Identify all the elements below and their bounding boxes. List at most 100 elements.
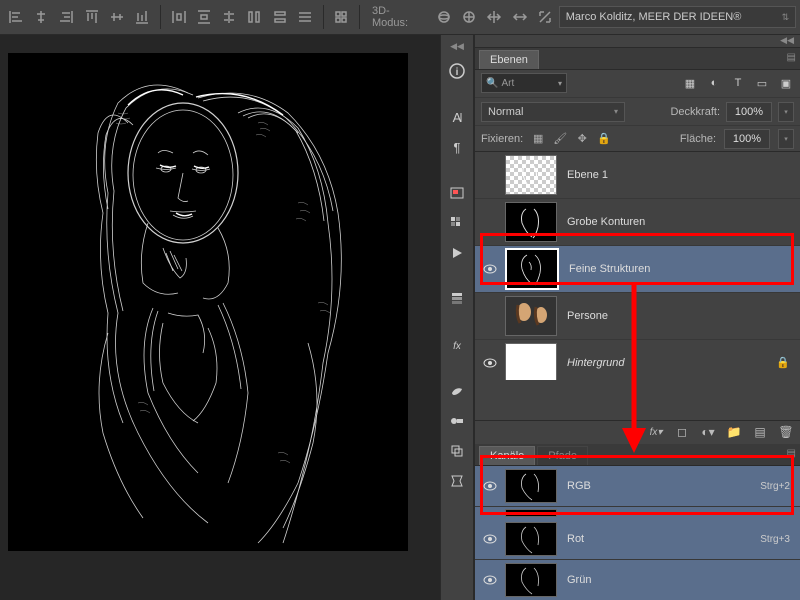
new-layer-icon[interactable]: ▤ [752,424,768,440]
align-bottom-icon[interactable] [131,5,154,29]
layer-filter-row: 🔍 Art ▾ ▦ ◐ T ▭ ▣ [475,70,800,98]
layer-name: Feine Strukturen [569,263,794,275]
panel-collapse-icon[interactable]: ◀◀ [475,35,800,48]
visibility-toggle[interactable] [483,573,497,587]
layer-mask-icon[interactable]: ◻ [674,424,690,440]
align-right-icon[interactable] [55,5,78,29]
visibility-toggle[interactable] [483,532,497,546]
layer-fx-icon[interactable]: fx▾ [648,424,664,440]
layer-thumbnail[interactable] [505,296,557,336]
lock-transparency-icon[interactable]: ▦ [531,132,545,146]
distribute-v-icon[interactable] [192,5,215,29]
filter-image-icon[interactable]: ▦ [682,75,698,91]
panel-menu-icon[interactable]: ▤ [787,448,796,459]
fill-label: Fläche: [680,133,716,145]
channel-thumbnail[interactable] [505,469,557,503]
lock-all-icon[interactable]: 🔒 [597,132,611,146]
layer-row[interactable]: Hintergrund 🔒 [475,340,800,379]
adjustment-layer-icon[interactable]: ◐▾ [700,424,716,440]
layer-list: Ebene 1 Grobe Konturen Feine Strukturen [475,152,800,379]
channel-thumbnail[interactable] [505,522,557,556]
visibility-toggle[interactable] [483,168,497,182]
visibility-toggle[interactable] [483,356,497,370]
opacity-stepper[interactable]: ▾ [778,102,794,122]
layer-group-icon[interactable]: 📁 [726,424,742,440]
opacity-value[interactable]: 100% [726,102,772,122]
layers-footer: ⚯ fx▾ ◻ ◐▾ 📁 ▤ 🗑 [475,420,800,444]
layer-row[interactable]: Persone [475,293,800,340]
channel-thumbnail[interactable] [505,563,557,597]
layer-thumbnail[interactable] [505,155,557,195]
collapse-arrow-icon[interactable]: ◀◀ [441,41,473,53]
layer-search-input[interactable]: 🔍 Art ▾ [481,73,567,93]
align-top-icon[interactable] [80,5,103,29]
3d-orbit-icon[interactable] [432,5,455,29]
styles-fx-icon[interactable]: fx [445,333,469,357]
auto-align-icon[interactable] [330,5,353,29]
align-left-icon[interactable] [4,5,27,29]
layer-name: Ebene 1 [567,169,794,181]
panel-menu-icon[interactable]: ▤ [787,52,796,63]
navigator-icon[interactable] [445,181,469,205]
distribute-h-icon[interactable] [167,5,190,29]
layer-name: Grobe Konturen [567,216,794,228]
chevron-updown-icon: ⇅ [782,12,790,23]
channel-row-selected[interactable]: RGB Strg+2 [475,466,800,507]
3d-scale-icon[interactable] [533,5,556,29]
workspace-dropdown[interactable]: Marco Kolditz, MEER DER IDEEN® ⇅ [559,6,796,28]
align-middle-icon[interactable] [105,5,128,29]
channel-name: Rot [567,533,760,545]
filter-type-icon[interactable]: T [730,75,746,91]
fill-value[interactable]: 100% [724,129,770,149]
character-icon[interactable]: A [445,105,469,129]
lock-label: Fixieren: [481,133,523,145]
layer-row[interactable]: Grobe Konturen [475,199,800,246]
filter-adjustment-icon[interactable]: ◐ [706,75,722,91]
distribute-space-v-icon[interactable] [268,5,291,29]
3d-pan-icon[interactable] [483,5,506,29]
visibility-toggle[interactable] [483,309,497,323]
brush-settings-icon[interactable] [445,409,469,433]
3d-roll-icon[interactable] [458,5,481,29]
delete-layer-icon[interactable]: 🗑 [778,424,794,440]
layer-thumbnail[interactable] [505,202,557,242]
tool-presets-icon[interactable] [445,469,469,493]
clone-source-icon[interactable] [445,439,469,463]
filter-smart-icon[interactable]: ▣ [778,75,794,91]
document-canvas[interactable] [8,53,408,551]
lock-position-icon[interactable]: ✥ [575,132,589,146]
paragraph-icon[interactable]: ¶ [445,135,469,159]
distribute-space-h-icon[interactable] [243,5,266,29]
align-center-h-icon[interactable] [29,5,52,29]
visibility-toggle[interactable] [483,215,497,229]
play-icon[interactable] [445,241,469,265]
distribute-center-icon[interactable] [217,5,240,29]
layer-name: Persone [567,310,794,322]
fill-stepper[interactable]: ▾ [778,129,794,149]
3d-slide-icon[interactable] [508,5,531,29]
tab-paths[interactable]: Pfade [537,446,588,465]
link-layers-icon[interactable]: ⚯ [622,424,638,440]
channel-row[interactable]: Grün [475,560,800,600]
channel-shortcut: Strg+3 [760,534,790,545]
blend-mode-dropdown[interactable]: Normal▾ [481,102,625,122]
visibility-toggle[interactable] [483,479,497,493]
canvas-area[interactable] [0,35,440,600]
tab-layers[interactable]: Ebenen [479,50,539,69]
tab-channels[interactable]: Kanäle [479,446,535,465]
layer-thumbnail[interactable] [505,343,557,379]
visibility-toggle[interactable] [483,262,497,276]
info-icon[interactable]: i [445,59,469,83]
workspace-label: Marco Kolditz, MEER DER IDEEN® [566,11,742,23]
distribute-edges-icon[interactable] [293,5,316,29]
layer-row[interactable]: Ebene 1 [475,152,800,199]
swatches-icon[interactable] [445,211,469,235]
history-icon[interactable] [445,287,469,311]
lock-pixels-icon[interactable]: 🖌 [553,132,567,146]
channel-row[interactable]: Rot Strg+3 [475,519,800,560]
layer-thumbnail[interactable] [505,248,559,290]
layer-row-selected[interactable]: Feine Strukturen [475,246,800,293]
channel-name: RGB [567,480,760,492]
brush-preset-icon[interactable] [445,379,469,403]
filter-shape-icon[interactable]: ▭ [754,75,770,91]
